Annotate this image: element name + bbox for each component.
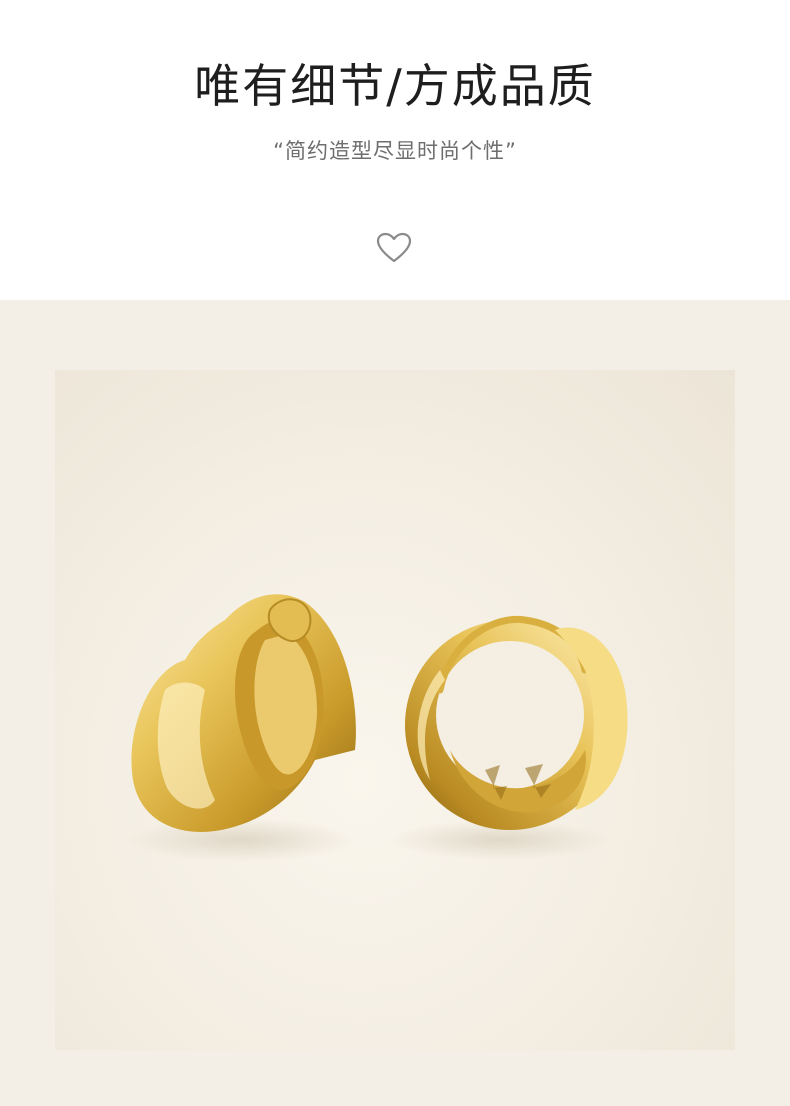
gold-hoop-earrings-image <box>125 594 628 862</box>
heart-outline-icon <box>376 232 412 263</box>
right-earring <box>405 615 628 830</box>
header-section: 唯有细节/方成品质 “简约造型尽显时尚个性” <box>0 0 790 300</box>
page-title: 唯有细节/方成品质 <box>194 59 596 113</box>
left-earring <box>131 594 356 832</box>
page-subtitle: “简约造型尽显时尚个性” <box>273 139 517 163</box>
